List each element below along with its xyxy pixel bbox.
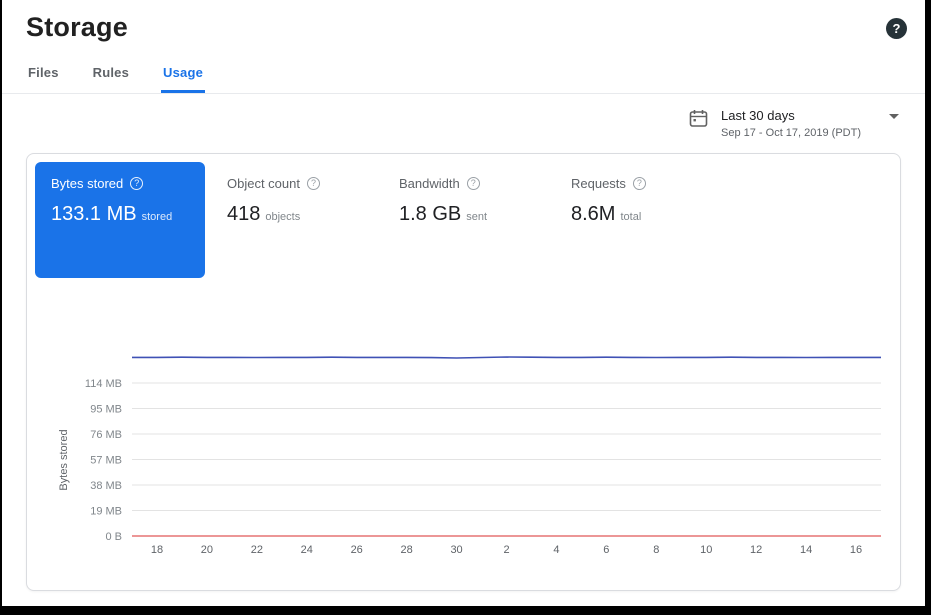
metric-unit: sent xyxy=(466,211,487,223)
x-tick-label: 16 xyxy=(850,544,862,556)
y-tick-label: 38 MB xyxy=(90,480,122,492)
x-tick-label: 14 xyxy=(800,544,812,556)
help-circle-icon: ? xyxy=(130,177,143,190)
x-tick-label: 6 xyxy=(603,544,609,556)
tab-files[interactable]: Files xyxy=(26,59,61,93)
x-tick-label: 30 xyxy=(450,544,462,556)
metric-value: 1.8 GB xyxy=(399,203,461,226)
date-range-selector[interactable]: Last 30 days Sep 17 - Oct 17, 2019 (PDT) xyxy=(689,108,899,139)
metric-card-bandwidth[interactable]: Bandwidth ? 1.8 GB sent xyxy=(377,162,549,278)
metric-label-text: Object count xyxy=(227,176,300,191)
metric-unit: stored xyxy=(142,211,173,223)
y-tick-label: 95 MB xyxy=(90,404,122,416)
metric-card-object-count[interactable]: Object count ? 418 objects xyxy=(205,162,377,278)
page-header: Storage ? xyxy=(2,0,925,43)
metric-value: 133.1 MB xyxy=(51,203,137,226)
metric-label: Bandwidth ? xyxy=(399,176,549,191)
y-tick-label: 114 MB xyxy=(85,378,122,390)
metric-card-bytes-stored[interactable]: Bytes stored ? 133.1 MB stored xyxy=(35,162,205,278)
help-circle-icon: ? xyxy=(307,177,320,190)
x-tick-label: 24 xyxy=(301,544,313,556)
x-tick-label: 18 xyxy=(151,544,163,556)
metric-label-text: Bytes stored xyxy=(51,176,123,191)
tab-bar: Files Rules Usage xyxy=(2,59,925,94)
x-tick-label: 8 xyxy=(653,544,659,556)
y-tick-label: 57 MB xyxy=(90,455,122,467)
date-range-row: Last 30 days Sep 17 - Oct 17, 2019 (PDT) xyxy=(2,94,925,139)
y-tick-label: 76 MB xyxy=(90,429,122,441)
metric-value: 418 xyxy=(227,203,260,226)
metric-label-text: Bandwidth xyxy=(399,176,460,191)
x-tick-label: 10 xyxy=(700,544,712,556)
y-axis-label: Bytes stored xyxy=(58,429,70,490)
tab-rules[interactable]: Rules xyxy=(91,59,131,93)
date-range-texts: Last 30 days Sep 17 - Oct 17, 2019 (PDT) xyxy=(721,108,899,139)
tab-usage[interactable]: Usage xyxy=(161,59,205,93)
usage-card: 114 MB95 MB76 MB57 MB38 MB19 MB0 B182022… xyxy=(26,153,901,591)
metric-label: Object count ? xyxy=(227,176,377,191)
help-icon[interactable]: ? xyxy=(886,18,907,39)
x-tick-label: 22 xyxy=(251,544,263,556)
chevron-down-icon xyxy=(889,114,899,119)
x-tick-label: 20 xyxy=(201,544,213,556)
metric-label-text: Requests xyxy=(571,176,626,191)
y-tick-label: 0 B xyxy=(105,531,122,543)
metric-unit: objects xyxy=(265,211,300,223)
date-range-detail: Sep 17 - Oct 17, 2019 (PDT) xyxy=(721,127,899,139)
metric-value: 8.6M xyxy=(571,203,615,226)
app-window: Storage ? Files Rules Usage Last 30 days… xyxy=(0,0,931,615)
x-tick-label: 28 xyxy=(401,544,413,556)
help-circle-icon: ? xyxy=(633,177,646,190)
help-circle-icon: ? xyxy=(467,177,480,190)
y-tick-label: 19 MB xyxy=(90,506,122,518)
page-title: Storage xyxy=(26,12,128,43)
x-tick-label: 12 xyxy=(750,544,762,556)
x-tick-label: 4 xyxy=(553,544,559,556)
series-line-bytes-stored xyxy=(132,357,881,358)
date-range-label: Last 30 days xyxy=(721,108,795,123)
calendar-icon xyxy=(689,109,708,128)
metric-label: Requests ? xyxy=(571,176,721,191)
metric-label: Bytes stored ? xyxy=(51,176,191,191)
metric-row: Bytes stored ? 133.1 MB stored Object co… xyxy=(27,154,900,286)
metric-card-requests[interactable]: Requests ? 8.6M total xyxy=(549,162,721,278)
x-tick-label: 2 xyxy=(503,544,509,556)
x-tick-label: 26 xyxy=(351,544,363,556)
metric-unit: total xyxy=(620,211,641,223)
